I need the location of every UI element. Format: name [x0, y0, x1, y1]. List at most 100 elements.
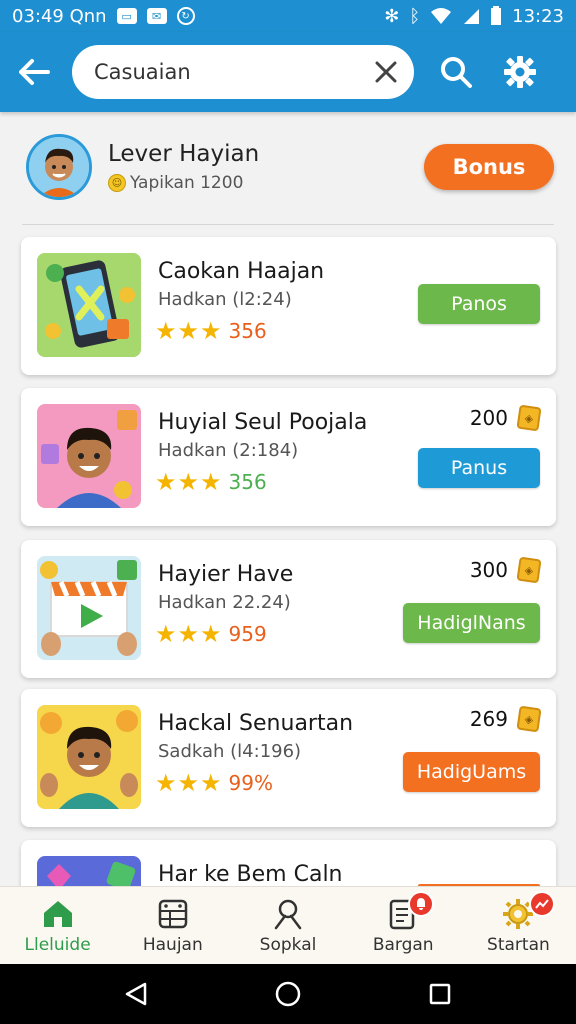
- search-button[interactable]: [434, 50, 478, 94]
- status-left: 03:49 Qnn ▭ ✉ ↻: [12, 6, 195, 27]
- star-icon: ★: [200, 317, 222, 345]
- profile-subtitle-row: ☺ Yapikan 1200: [108, 173, 259, 193]
- phone-game-icon: [37, 253, 141, 357]
- star-icon: ★: [200, 468, 222, 496]
- game-rating: ★ ★ ★ 356: [155, 470, 267, 494]
- game-card[interactable]: Hayier Have Hadkan 22.24) ★ ★ ★ 959 300 …: [21, 540, 556, 678]
- rating-value: 959: [228, 622, 267, 646]
- profile-subtitle: Yapikan 1200: [130, 173, 244, 193]
- rating-value: 356: [228, 319, 267, 343]
- nav-item-bargan[interactable]: Bargan: [346, 887, 461, 964]
- price-value: 300: [469, 558, 508, 582]
- status-bar: 03:49 Qnn ▭ ✉ ↻ ✻ ᛒ 13:23: [0, 0, 576, 32]
- system-back-button[interactable]: [116, 974, 156, 1014]
- star-icon: ★: [177, 468, 200, 496]
- video-play-icon: [37, 556, 141, 660]
- game-subtitle: Hadkan 22.24): [158, 592, 291, 613]
- game-subtitle: Sadkah (l4:196): [158, 741, 302, 762]
- star-icon: ★: [200, 769, 222, 797]
- system-home-button[interactable]: [268, 974, 308, 1014]
- nav-label: Startan: [487, 934, 550, 955]
- nav-item-haujan[interactable]: Haujan: [115, 887, 230, 964]
- game-title: Hackal Senuartan: [158, 711, 354, 736]
- coin-icon: ◈: [516, 556, 542, 584]
- gear-icon: [504, 56, 536, 88]
- divider: [22, 224, 554, 225]
- game-title: Har ke Bem Caln: [158, 862, 343, 887]
- person-search-icon: [271, 897, 305, 931]
- clear-search-button[interactable]: [370, 56, 402, 88]
- profile-text: Lever Hayian ☺ Yapikan 1200: [108, 141, 259, 193]
- nav-label: Lleluide: [24, 934, 91, 955]
- rating-value: 99%: [228, 771, 273, 795]
- game-subtitle: Hadkan (l2:24): [158, 289, 292, 310]
- status-right: ✻ ᛒ 13:23: [384, 6, 564, 27]
- boy-waving-icon: [37, 705, 141, 809]
- settings-button[interactable]: [498, 50, 542, 94]
- search-input[interactable]: [94, 60, 354, 84]
- game-price: 200 ◈: [470, 404, 542, 432]
- game-title: Huyial Seul Poojala: [158, 410, 368, 435]
- bonus-button[interactable]: Bonus: [424, 144, 554, 190]
- smiley-coin-icon: ☺: [108, 174, 126, 192]
- play-button[interactable]: Panos: [418, 284, 540, 324]
- rating-value: 356: [228, 470, 267, 494]
- game-card[interactable]: Caokan Haajan Hadkan (l2:24) ★ ★ ★ 356 P…: [21, 237, 556, 375]
- nav-item-home[interactable]: Lleluide: [0, 887, 115, 964]
- game-card[interactable]: Hackal Senuartan Sadkah (l4:196) ★ ★ ★ 9…: [21, 689, 556, 827]
- trend-badge-icon: [528, 891, 555, 917]
- play-button[interactable]: Panus: [418, 448, 540, 488]
- star-icon: ★: [155, 317, 177, 345]
- nav-item-sopkal[interactable]: Sopkal: [230, 887, 345, 964]
- game-title: Hayier Have: [158, 562, 294, 587]
- search-box[interactable]: [72, 45, 414, 99]
- boy-avatar-icon: [29, 137, 89, 197]
- search-icon: [441, 57, 472, 88]
- nav-label: Bargan: [372, 934, 434, 955]
- avatar[interactable]: [26, 134, 92, 200]
- gallery-notification-icon: ▭: [116, 8, 137, 24]
- profile-row: Lever Hayian ☺ Yapikan 1200 Bonus: [26, 132, 554, 202]
- system-recents-button[interactable]: [420, 974, 460, 1014]
- game-rating: ★ ★ ★ 99%: [155, 771, 273, 795]
- grid-icon: [156, 897, 190, 931]
- game-price: 300 ◈: [469, 556, 542, 584]
- play-button[interactable]: HadiglNans: [403, 603, 540, 643]
- message-notification-icon: ✉: [146, 8, 167, 24]
- status-time-right: 13:23: [512, 5, 564, 27]
- game-rating: ★ ★ ★ 959: [155, 622, 267, 646]
- sync-notification-icon: ↻: [176, 7, 195, 25]
- star-icon: ★: [155, 468, 177, 496]
- coin-icon: ◈: [516, 404, 542, 432]
- game-subtitle: Hadkan (2:184): [158, 440, 299, 461]
- status-time-left: 03:49 Qnn: [12, 5, 107, 27]
- circle-home-icon: [275, 981, 301, 1007]
- nav-item-startan[interactable]: Startan: [461, 887, 576, 964]
- star-icon: ★: [177, 769, 200, 797]
- triangle-back-icon: [125, 982, 147, 1006]
- system-nav-bar: [0, 964, 576, 1024]
- star-icon: ★: [177, 317, 200, 345]
- star-icon: ★: [200, 620, 222, 648]
- boy-avatar-icon: [37, 404, 141, 508]
- nav-label: Sopkal: [259, 934, 317, 955]
- profile-name: Lever Hayian: [108, 141, 260, 167]
- game-title: Caokan Haajan: [158, 259, 325, 284]
- app-bar: [0, 32, 576, 112]
- bell-badge-icon: [407, 891, 434, 917]
- game-card[interactable]: Huyial Seul Poojala Hadkan (2:184) ★ ★ ★…: [21, 388, 556, 526]
- battery-icon: [491, 6, 502, 25]
- bluetooth-icon: ᛒ: [409, 5, 421, 27]
- price-value: 269: [469, 707, 508, 731]
- vibrate-icon: ✻: [384, 5, 400, 27]
- star-icon: ★: [177, 620, 200, 648]
- back-button[interactable]: [14, 52, 54, 92]
- game-rating: ★ ★ ★ 356: [155, 319, 267, 343]
- star-icon: ★: [155, 769, 177, 797]
- bottom-nav: Lleluide Haujan Sopkal Bargan Startan: [0, 886, 576, 964]
- signal-icon: [464, 9, 480, 24]
- coin-icon: ◈: [516, 705, 542, 733]
- close-icon: [375, 61, 397, 83]
- play-button[interactable]: HadigUams: [403, 752, 540, 792]
- nav-label: Haujan: [142, 934, 203, 955]
